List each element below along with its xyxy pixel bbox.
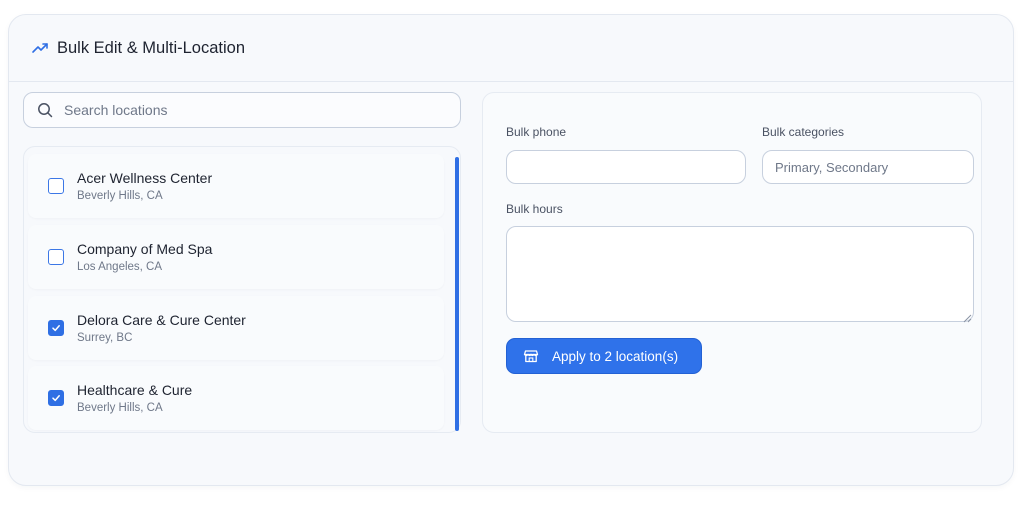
location-name: Delora Care & Cure Center (77, 312, 246, 328)
search-box[interactable] (23, 92, 461, 128)
location-city: Los Angeles, CA (77, 261, 163, 273)
bulk-categories-label: Bulk categories (762, 125, 845, 139)
bulk-phone-input[interactable] (506, 150, 746, 184)
location-item[interactable]: Acer Wellness Center Beverly Hills, CA (28, 154, 444, 218)
bulk-categories-input[interactable] (762, 150, 974, 184)
location-list: Acer Wellness Center Beverly Hills, CA C… (23, 146, 461, 433)
resize-grip-icon[interactable] (962, 310, 972, 323)
location-item[interactable]: Delora Care & Cure Center Surrey, BC (28, 296, 444, 360)
location-name: Acer Wellness Center (77, 170, 213, 186)
location-checkbox[interactable] (48, 390, 64, 406)
location-item[interactable]: Healthcare & Cure Beverly Hills, CA (28, 366, 444, 430)
location-checkbox[interactable] (48, 320, 64, 336)
location-city: Beverly Hills, CA (77, 190, 163, 202)
bulk-hours-textarea[interactable] (506, 226, 974, 322)
location-city: Beverly Hills, CA (77, 402, 163, 414)
location-checkbox[interactable] (48, 249, 64, 265)
location-checkbox[interactable] (48, 178, 64, 194)
card-title: Bulk Edit & Multi-Location (57, 38, 246, 57)
location-city: Surrey, BC (77, 332, 133, 344)
search-icon (36, 101, 54, 119)
apply-button[interactable]: Apply to 2 location(s) (506, 338, 702, 374)
list-scrollbar[interactable] (455, 157, 459, 431)
location-item[interactable]: Company of Med Spa Los Angeles, CA (28, 225, 444, 289)
trending-up-icon (31, 39, 49, 57)
location-name: Company of Med Spa (77, 241, 213, 257)
location-name: Healthcare & Cure (77, 382, 193, 398)
card-header: Bulk Edit & Multi-Location (9, 15, 1013, 82)
search-input[interactable] (64, 102, 444, 118)
store-icon (523, 348, 539, 364)
bulk-hours-label: Bulk hours (506, 202, 563, 216)
apply-button-label: Apply to 2 location(s) (552, 348, 679, 364)
bulk-phone-label: Bulk phone (506, 125, 567, 139)
